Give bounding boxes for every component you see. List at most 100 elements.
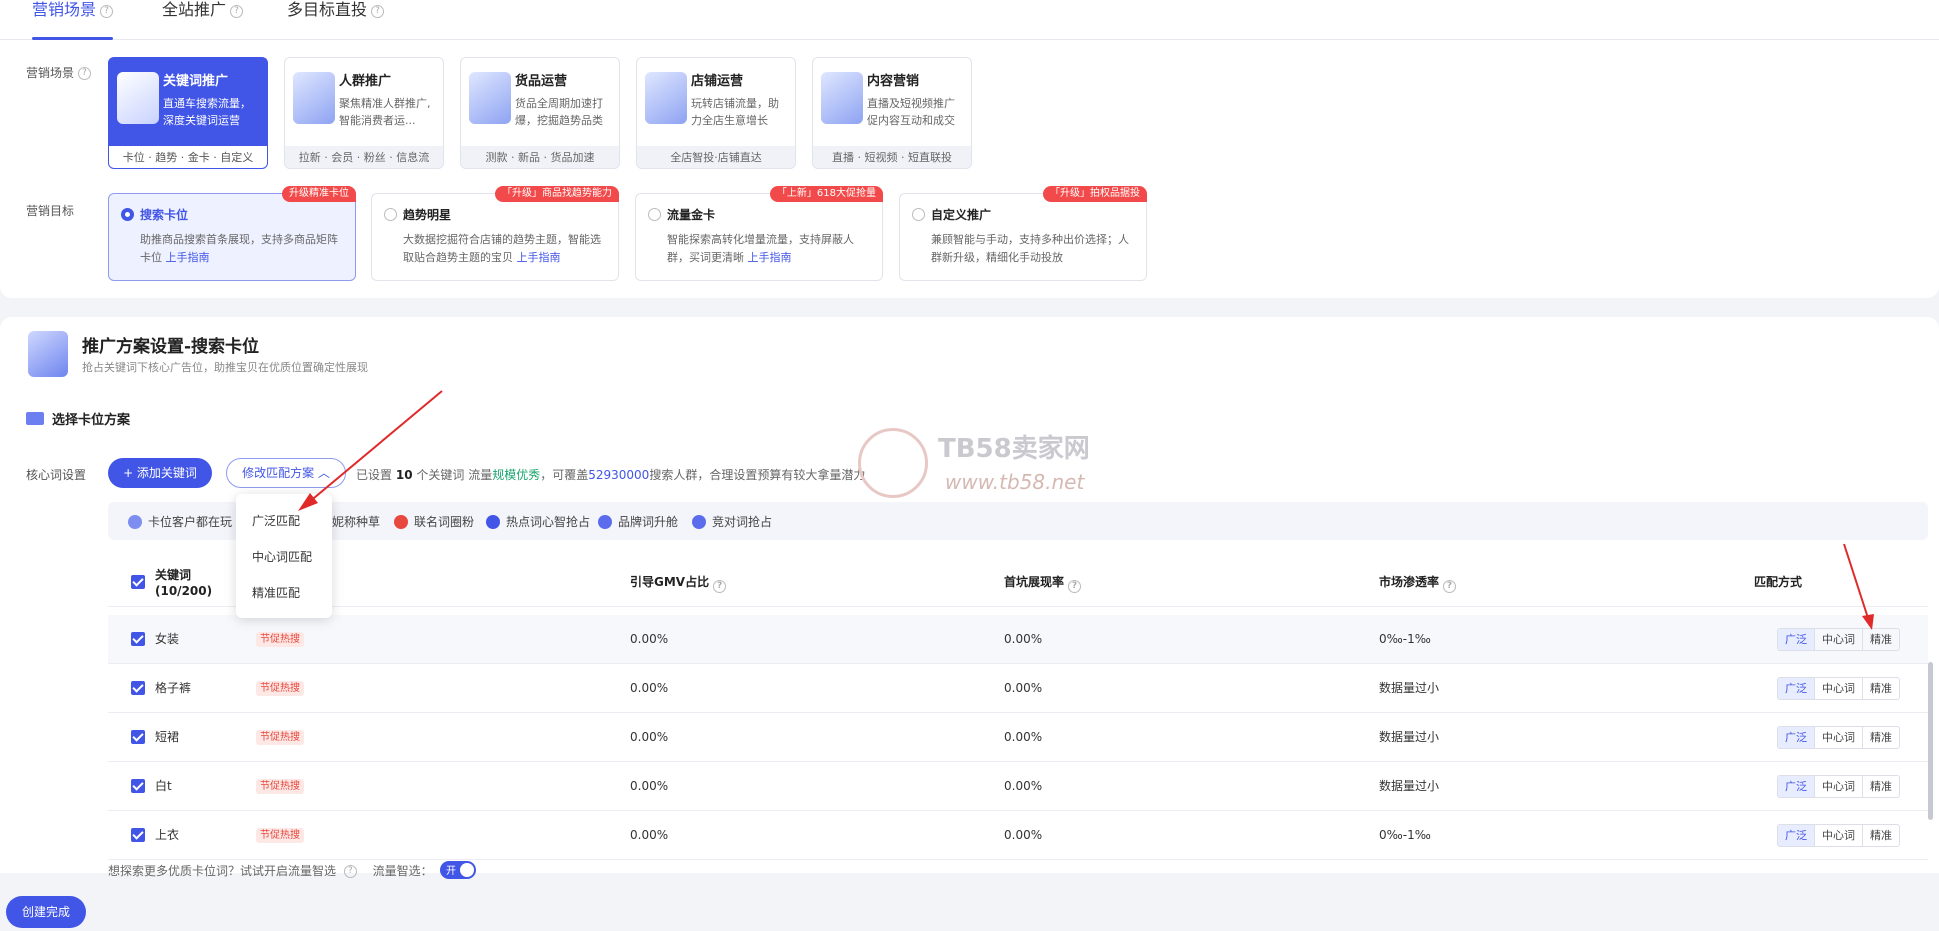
annotation-arrow-icon — [298, 390, 443, 511]
tab-multi-target[interactable]: 多目标直投? — [287, 0, 385, 40]
dropdown-item-exact[interactable]: 精准匹配 — [236, 575, 332, 611]
match-broad[interactable]: 广泛 — [1778, 629, 1814, 650]
scene-card-title: 内容营销 — [867, 74, 920, 89]
match-center[interactable]: 中心词 — [1814, 776, 1862, 797]
hot-tag: 节促热搜 — [256, 730, 304, 745]
keyword-cell: 格子裤 — [155, 681, 192, 695]
penetration-cell: 0‰-1‰ — [1379, 632, 1431, 646]
match-type-group: 广泛 中心词 精准 — [1777, 775, 1900, 798]
tip-cobrand[interactable]: 联名词圈粉 — [394, 513, 474, 530]
status-badge: 升级精准卡位 — [282, 186, 356, 202]
radio[interactable] — [648, 208, 661, 221]
scene-card-desc: 玩转店铺流量，助力全店生意增长 — [691, 97, 779, 127]
row-checkbox[interactable] — [131, 681, 145, 695]
radio[interactable] — [384, 208, 397, 221]
row-checkbox[interactable] — [131, 779, 145, 793]
row-checkbox[interactable] — [131, 730, 145, 744]
competitor-icon — [692, 515, 706, 529]
scene-card-store[interactable]: 店铺运营 玩转店铺流量，助力全店生意增长 全店智投·店铺直达 — [636, 57, 796, 169]
match-broad[interactable]: 广泛 — [1778, 678, 1814, 699]
match-center[interactable]: 中心词 — [1814, 629, 1862, 650]
first-rate-cell: 0.00% — [1004, 828, 1043, 842]
scene-card-foot: 全店智投·店铺直达 — [637, 146, 795, 168]
top-tab-bar: 营销场景? 全站推广? 多目标直投? — [0, 0, 1939, 40]
radio[interactable] — [912, 208, 925, 221]
scene-card-foot: 直播 · 短视频 · 短直联投 — [813, 146, 971, 168]
row-checkbox[interactable] — [131, 828, 145, 842]
first-rate-cell: 0.00% — [1004, 779, 1043, 793]
match-exact[interactable]: 精准 — [1862, 776, 1899, 797]
smart-traffic-toggle[interactable]: 开 — [440, 861, 476, 879]
scene-card-desc: 聚焦精准人群推广,智能消费者运... — [339, 97, 431, 127]
keyword-cell: 上衣 — [155, 828, 180, 842]
help-icon[interactable]: ? — [100, 5, 114, 18]
goal-card-traffic-gold[interactable]: 「上新」618大促抢量 流量金卡 智能探索高转化增量流量，支持屏蔽人群，买词更清… — [635, 186, 883, 281]
watermark-url: www.tb58.net — [945, 470, 1085, 494]
penetration-cell: 数据量过小 — [1379, 681, 1440, 695]
tip-competitor-words[interactable]: 竞对词抢占 — [692, 513, 772, 530]
scene-card-content[interactable]: 内容营销 直播及短视频推广促内容互动和成交 直播 · 短视频 · 短直联投 — [812, 57, 972, 169]
help-icon[interactable]: ? — [713, 580, 727, 593]
match-center[interactable]: 中心词 — [1814, 727, 1862, 748]
keyword-cell: 短裙 — [155, 730, 180, 744]
goal-card-custom[interactable]: 「升级」拍权品据投 自定义推广 兼顾智能与手动，支持多种出价选择；人群新升级，精… — [899, 186, 1147, 281]
select-all-checkbox[interactable] — [131, 575, 145, 589]
goal-card-search-slot[interactable]: 升级精准卡位 搜索卡位 助推商品搜索首条展现，支持多商品矩阵卡位 上手指南 — [108, 186, 356, 281]
goal-card-trend-star[interactable]: 「升级」商品找趋势能力 趋势明星 大数据挖掘符合店铺的趋势主题，智能选取贴合趋势… — [371, 186, 619, 281]
help-icon[interactable]: ? — [230, 5, 244, 18]
scene-card-audience[interactable]: 人群推广 聚焦精准人群推广,智能消费者运... 拉新 · 会员 · 粉丝 · 信… — [284, 57, 444, 169]
help-icon[interactable]: ? — [1443, 580, 1457, 593]
match-exact[interactable]: 精准 — [1862, 825, 1899, 846]
tip-seeding[interactable]: 妮称种草 — [332, 513, 380, 530]
gmv-cell: 0.00% — [630, 632, 669, 646]
scene-card-title: 人群推广 — [339, 74, 392, 89]
first-rate-cell: 0.00% — [1004, 632, 1043, 646]
guide-link[interactable]: 上手指南 — [166, 251, 210, 264]
match-center[interactable]: 中心词 — [1814, 678, 1862, 699]
col-first-rate: 首坑展现率? — [1004, 557, 1082, 607]
product-ops-icon — [469, 72, 511, 124]
keyword-promo-icon — [117, 72, 159, 124]
tip-hot-words[interactable]: 热点词心智抢占 — [486, 513, 590, 530]
scene-card-title: 店铺运营 — [691, 74, 744, 89]
annotation-arrow-icon — [1843, 543, 1874, 630]
guide-link[interactable]: 上手指南 — [748, 251, 792, 264]
row-checkbox[interactable] — [131, 632, 145, 646]
add-keyword-button[interactable]: + 添加关键词 — [108, 458, 212, 488]
gmv-cell: 0.00% — [630, 730, 669, 744]
match-exact[interactable]: 精准 — [1862, 727, 1899, 748]
table-row: 格子裤 节促热搜 0.00% 0.00% 数据量过小 广泛 中心词 精准 — [108, 664, 1928, 713]
match-broad[interactable]: 广泛 — [1778, 825, 1814, 846]
match-exact[interactable]: 精准 — [1862, 629, 1899, 650]
create-complete-button[interactable]: 创建完成 — [6, 896, 86, 928]
match-center[interactable]: 中心词 — [1814, 825, 1862, 846]
keyword-table-header: 关键词 (10/200) 引导GMV占比? 首坑展现率? 市场渗透率? 匹配方式 — [108, 557, 1928, 607]
scene-card-desc: 货品全周期加速打爆，挖掘趋势品类 — [515, 97, 603, 127]
tab-site-promotion[interactable]: 全站推广? — [162, 0, 244, 40]
smart-traffic-hint: 想探索更多优质卡位词？试试开启流量智选 ? 流量智选： — [108, 864, 433, 878]
match-type-group: 广泛 中心词 精准 — [1777, 726, 1900, 749]
cobrand-icon — [394, 515, 408, 529]
guide-link[interactable]: 上手指南 — [517, 251, 561, 264]
scene-card-product[interactable]: 货品运营 货品全周期加速打爆，挖掘趋势品类 测款 · 新品 · 货品加速 — [460, 57, 620, 169]
tip-brand-words[interactable]: 品牌词升舱 — [598, 513, 678, 530]
scene-card-foot: 卡位 · 趋势 · 金卡 · 自定义 — [109, 146, 267, 168]
scene-panel: 营销场景? 关键词推广 直通车搜索流量，深度关键词运营 卡位 · 趋势 · 金卡… — [0, 40, 1939, 298]
help-icon[interactable]: ? — [78, 67, 92, 80]
match-type-group: 广泛 中心词 精准 — [1777, 628, 1900, 651]
match-broad[interactable]: 广泛 — [1778, 776, 1814, 797]
help-icon[interactable]: ? — [1068, 580, 1082, 593]
scene-card-keyword[interactable]: 关键词推广 直通车搜索流量，深度关键词运营 卡位 · 趋势 · 金卡 · 自定义 — [108, 57, 268, 169]
radio-selected[interactable] — [121, 208, 134, 221]
tab-marketing-scene[interactable]: 营销场景? — [32, 0, 114, 40]
table-scrollbar[interactable] — [1928, 662, 1933, 820]
scene-card-title: 货品运营 — [515, 74, 568, 89]
help-icon[interactable]: ? — [343, 865, 357, 878]
match-broad[interactable]: 广泛 — [1778, 727, 1814, 748]
match-exact[interactable]: 精准 — [1862, 678, 1899, 699]
table-row: 女装 节促热搜 0.00% 0.00% 0‰-1‰ 广泛 中心词 精准 — [108, 615, 1928, 664]
dropdown-item-center[interactable]: 中心词匹配 — [236, 539, 332, 575]
hot-tag: 节促热搜 — [256, 779, 304, 794]
table-row: 上衣 节促热搜 0.00% 0.00% 0‰-1‰ 广泛 中心词 精准 — [108, 811, 1928, 860]
help-icon[interactable]: ? — [371, 5, 385, 18]
